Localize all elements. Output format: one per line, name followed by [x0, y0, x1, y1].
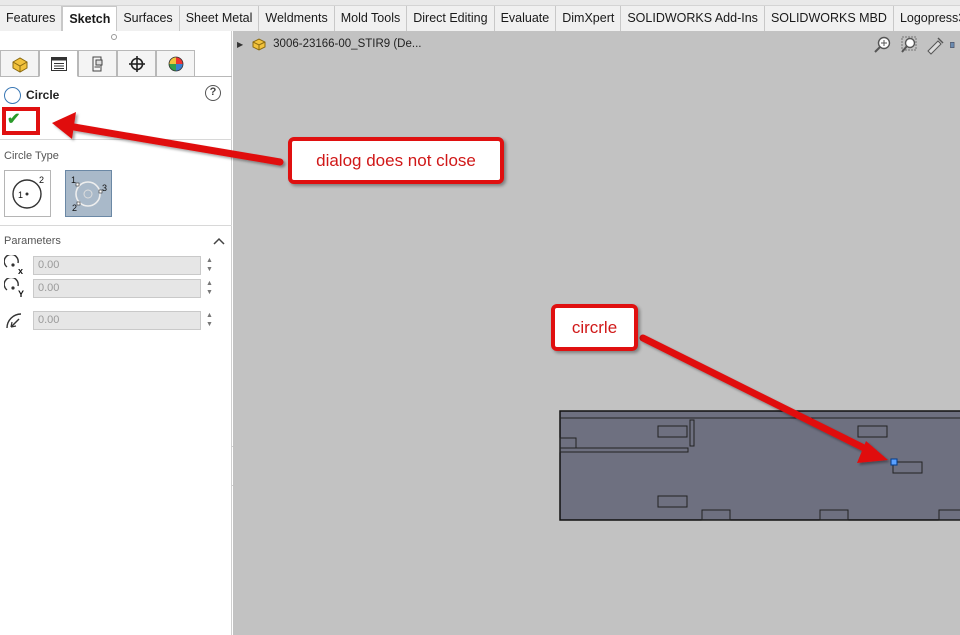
tab-logopress3-sketch[interactable]: Logopress3 Sketc — [893, 6, 960, 31]
command-manager-tabbar: Features Sketch Surfaces Sheet Metal Wel… — [0, 0, 960, 31]
chevron-up-icon[interactable] — [213, 235, 225, 249]
circle-callout-text: circrle — [571, 317, 618, 337]
center-y-icon: Y — [3, 276, 26, 299]
center-x-icon: x — [3, 253, 26, 276]
tab-mold-tools[interactable]: Mold Tools — [334, 6, 408, 31]
radius-row: 0.00 ▲ ▼ — [4, 310, 216, 330]
radius-icon — [4, 310, 26, 330]
tab-features[interactable]: Features — [0, 6, 63, 31]
dialog-callout-text: dialog does not close — [316, 150, 476, 170]
display-manager-icon — [168, 56, 183, 71]
center-y-spinner[interactable]: ▲ ▼ — [206, 278, 216, 298]
center-y-input[interactable]: 0.00 — [33, 278, 201, 298]
divider — [0, 225, 232, 226]
help-icon[interactable]: ? — [205, 85, 221, 101]
property-manager-panel: Circle ? ✔ Circle Type 1 2 1 3 2 Paramet… — [0, 31, 232, 635]
tab-sketch[interactable]: Sketch — [62, 6, 118, 31]
dialog-callout: dialog does not close — [288, 137, 504, 184]
circle-icon — [4, 86, 21, 104]
radius-input[interactable]: 0.00 — [33, 310, 201, 330]
tabs-baseline — [195, 76, 232, 77]
tab-surfaces[interactable]: Surfaces — [117, 6, 180, 31]
circle-type-label: Circle Type — [4, 150, 59, 162]
configuration-manager-tab[interactable] — [78, 50, 117, 77]
dimxpert-manager-tab[interactable] — [117, 50, 156, 77]
center-y-row: Y 0.00 ▲ ▼ — [3, 276, 216, 299]
tab-direct-editing[interactable]: Direct Editing — [407, 6, 495, 31]
circle-callout: circrle — [551, 304, 638, 351]
parameters-label: Parameters — [4, 235, 61, 247]
part-body[interactable] — [559, 410, 960, 521]
feature-manager-tab[interactable] — [0, 50, 39, 77]
tab-sheet-metal[interactable]: Sheet Metal — [179, 6, 260, 31]
tab-weldments[interactable]: Weldments — [259, 6, 335, 31]
crosshair-icon — [128, 55, 145, 72]
perimeter-circle-button[interactable]: 1 3 2 — [65, 170, 112, 217]
center-x-row: x 0.00 ▲ ▼ — [3, 253, 216, 276]
perimeter-circle-icon: 1 3 2 — [71, 175, 107, 213]
property-manager-tab[interactable] — [39, 50, 78, 77]
svg-text:Y: Y — [18, 289, 24, 298]
center-x-input[interactable]: 0.00 — [33, 255, 201, 275]
display-manager-tab[interactable] — [156, 50, 195, 77]
configuration-manager-icon — [92, 56, 102, 71]
feature-manager-icon — [12, 56, 27, 73]
panel-grip[interactable] — [111, 34, 117, 40]
svg-text:1: 1 — [71, 175, 76, 185]
command-manager-tabs: Features Sketch Surfaces Sheet Metal Wel… — [0, 6, 960, 31]
divider — [0, 139, 232, 140]
svg-text:x: x — [18, 266, 23, 275]
sketch-circle-point[interactable] — [890, 458, 898, 466]
center-x-spinner[interactable]: ▲ ▼ — [206, 255, 216, 275]
tab-solidworks-mbd[interactable]: SOLIDWORKS MBD — [764, 6, 894, 31]
tab-evaluate[interactable]: Evaluate — [494, 6, 557, 31]
svg-text:3: 3 — [102, 183, 107, 193]
manager-tabs — [0, 50, 195, 77]
svg-text:2: 2 — [72, 203, 77, 213]
center-circle-icon: 1 2 — [12, 175, 44, 209]
radius-spinner[interactable]: ▲ ▼ — [206, 310, 216, 330]
center-circle-button[interactable]: 1 2 — [4, 170, 51, 217]
property-manager-icon — [50, 56, 67, 71]
tab-dimxpert[interactable]: DimXpert — [556, 6, 622, 31]
page-title: Circle — [26, 88, 60, 102]
property-title: Circle — [4, 86, 59, 104]
svg-text:1: 1 — [18, 190, 23, 200]
checkmark-icon: ✔ — [7, 111, 21, 128]
svg-text:2: 2 — [39, 175, 44, 185]
tab-solidworks-add-ins[interactable]: SOLIDWORKS Add-Ins — [621, 6, 765, 31]
ok-button[interactable]: ✔ — [2, 107, 40, 135]
